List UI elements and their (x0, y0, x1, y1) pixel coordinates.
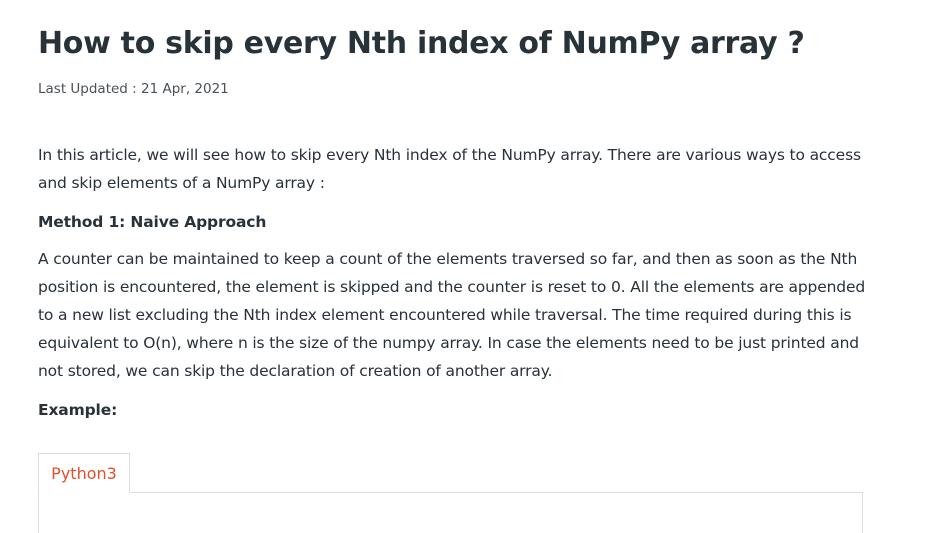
example-heading: Example: (38, 401, 118, 419)
last-updated: Last Updated : 21 Apr, 2021 (38, 81, 229, 97)
method-heading: Method 1: Naive Approach (38, 213, 267, 231)
tab-python3[interactable]: Python3 (38, 453, 130, 493)
intro-paragraph: In this article, we will see how to skip… (38, 146, 861, 192)
article-title: How to skip every Nth index of NumPy arr… (38, 26, 805, 61)
method-paragraph: A counter can be maintained to keep a co… (38, 250, 866, 380)
code-panel (38, 492, 863, 533)
